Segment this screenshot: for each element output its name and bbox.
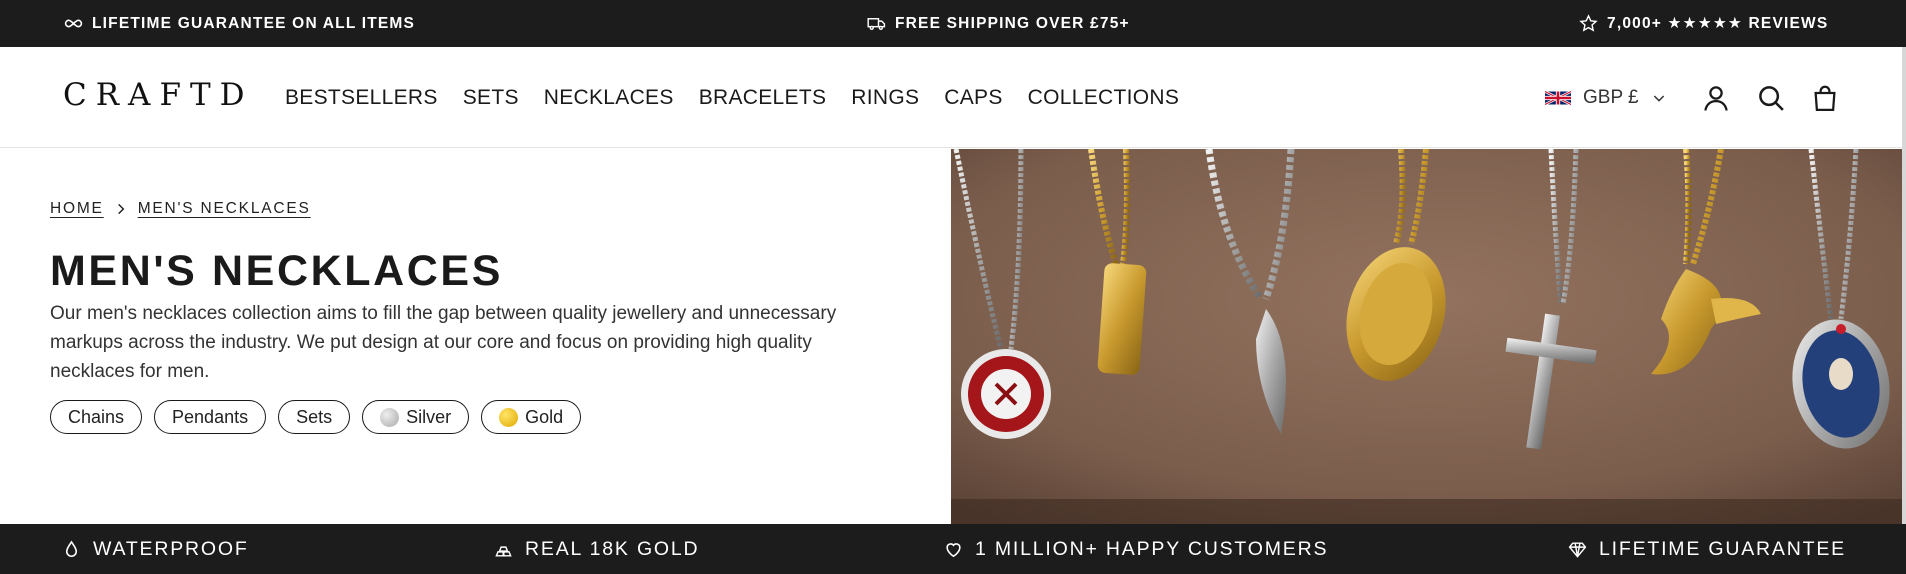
search-icon xyxy=(1759,86,1784,111)
star-icon xyxy=(1579,14,1598,32)
page-description: Our men's necklaces collection aims to f… xyxy=(50,303,837,382)
nav-caps[interactable]: CAPS xyxy=(944,86,1002,110)
filter-pendants[interactable]: Pendants xyxy=(154,400,267,434)
filter-chains[interactable]: Chains xyxy=(50,400,143,434)
breadcrumb-home[interactable]: HOME xyxy=(50,200,104,218)
feature-customers: 1 MILLION+ HAPPY CUSTOMERS xyxy=(944,524,1328,574)
feature-text: WATERPROOF xyxy=(93,537,249,560)
nav-rings[interactable]: RINGS xyxy=(851,86,919,110)
account-icon xyxy=(1704,86,1728,111)
account-button[interactable] xyxy=(1701,83,1731,113)
filter-label: Gold xyxy=(525,406,564,427)
feature-text: LIFETIME GUARANTEE xyxy=(1599,537,1846,560)
announcement-text: 7,000+ ★★★★★ REVIEWS xyxy=(1607,15,1829,32)
filter-label: Silver xyxy=(406,406,452,427)
filter-gold[interactable]: Gold xyxy=(481,400,582,434)
announcement-shipping: FREE SHIPPING OVER £75+ xyxy=(867,0,1130,47)
filter-silver[interactable]: Silver xyxy=(362,400,470,434)
hero-image xyxy=(951,149,1902,524)
nav-necklaces[interactable]: NECKLACES xyxy=(544,86,674,110)
breadcrumb-current[interactable]: MEN'S NECKLACES xyxy=(138,200,311,218)
features-bar: WATERPROOF REAL 18K GOLD 1 MILLION+ HAPP… xyxy=(0,524,1906,574)
nav-bestsellers[interactable]: BESTSELLERS xyxy=(285,86,438,110)
main-nav: BESTSELLERS SETS NECKLACES BRACELETS RIN… xyxy=(285,47,1204,148)
feature-text: REAL 18K GOLD xyxy=(525,537,700,560)
filter-label: Pendants xyxy=(172,406,249,427)
logo[interactable]: CRAFTD xyxy=(63,75,254,115)
filter-label: Chains xyxy=(68,406,125,427)
diamond-icon xyxy=(1568,541,1587,558)
nav-collections[interactable]: COLLECTIONS xyxy=(1028,86,1180,110)
feature-text: 1 MILLION+ HAPPY CUSTOMERS xyxy=(975,537,1329,560)
feature-waterproof: WATERPROOF xyxy=(62,524,249,574)
necklaces-photo xyxy=(951,149,1902,524)
page-title: MEN'S NECKLACES xyxy=(50,247,503,295)
announcement-lifetime: LIFETIME GUARANTEE ON ALL ITEMS xyxy=(64,0,415,47)
nav-bracelets[interactable]: BRACELETS xyxy=(699,86,827,110)
breadcrumb: HOME MEN'S NECKLACES xyxy=(50,200,311,218)
gold-bars-icon xyxy=(495,545,512,557)
filter-sets[interactable]: Sets xyxy=(278,400,351,434)
truck-icon xyxy=(867,18,886,30)
announcement-text: FREE SHIPPING OVER £75+ xyxy=(895,14,1130,32)
infinity-icon xyxy=(64,19,83,28)
currency-selector[interactable]: GBP £ xyxy=(1545,47,1667,148)
announcement-text: LIFETIME GUARANTEE ON ALL ITEMS xyxy=(92,14,416,32)
announcement-bar: LIFETIME GUARANTEE ON ALL ITEMS FREE SHI… xyxy=(0,0,1906,47)
search-button[interactable] xyxy=(1756,83,1786,113)
nav-sets[interactable]: SETS xyxy=(463,86,519,110)
currency-label: GBP £ xyxy=(1583,86,1639,108)
bag-icon xyxy=(1814,85,1836,111)
chevron-down-icon xyxy=(1653,94,1664,102)
scrollbar[interactable] xyxy=(1902,47,1906,524)
gold-swatch xyxy=(499,407,519,427)
heart-icon xyxy=(946,542,961,557)
filter-chips: Chains Pendants Sets Silver Gold xyxy=(50,400,582,434)
site-header: CRAFTD BESTSELLERS SETS NECKLACES BRACEL… xyxy=(0,47,1906,148)
water-drop-icon xyxy=(65,540,78,557)
silver-swatch xyxy=(380,407,400,427)
feature-guarantee: LIFETIME GUARANTEE xyxy=(1568,524,1846,574)
filter-label: Sets xyxy=(296,406,333,427)
chevron-right-icon xyxy=(117,203,125,215)
uk-flag-icon xyxy=(1545,89,1571,106)
feature-gold: REAL 18K GOLD xyxy=(494,524,699,574)
cart-button[interactable] xyxy=(1810,83,1840,113)
announcement-reviews: 7,000+ ★★★★★ REVIEWS xyxy=(1579,0,1828,47)
